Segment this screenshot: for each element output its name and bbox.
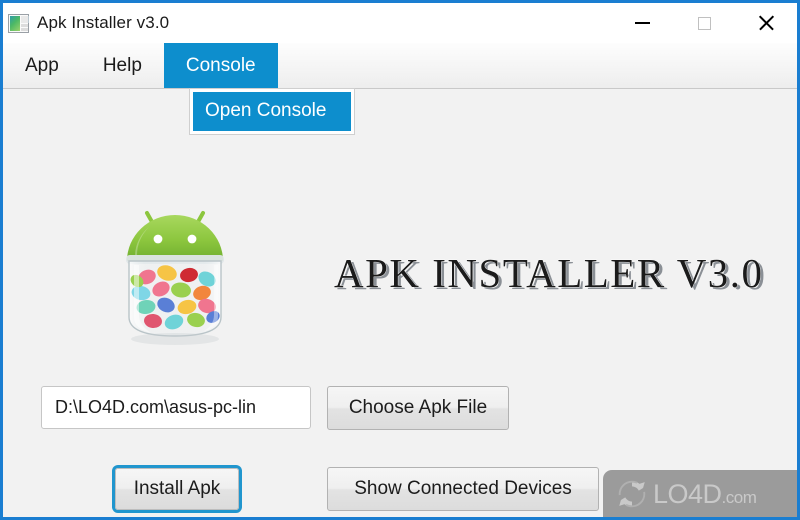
app-icon-gradient-panel (10, 15, 20, 31)
window-title: Apk Installer v3.0 (37, 13, 170, 32)
app-icon-panel-mid (21, 23, 28, 27)
choose-apk-file-button[interactable]: Choose Apk File (327, 386, 509, 430)
menu-bar: App Help Console (3, 43, 797, 89)
watermark-tld: .com (721, 487, 757, 507)
apk-path-input[interactable] (41, 386, 311, 429)
svg-text:APK INSTALLER V3.0: APK INSTALLER V3.0 (334, 250, 764, 296)
menu-item-open-console[interactable]: Open Console (193, 92, 351, 131)
app-window-icon (8, 13, 29, 33)
install-apk-button[interactable]: Install Apk (115, 468, 239, 510)
title-bar: Apk Installer v3.0 (3, 3, 797, 43)
menu-item-console[interactable]: Console (163, 43, 278, 88)
minimize-icon (634, 22, 650, 24)
app-icon-panel-bottom (21, 27, 28, 31)
menu-item-app[interactable]: App (3, 43, 81, 88)
show-connected-devices-button[interactable]: Show Connected Devices (327, 467, 599, 511)
window-controls (611, 3, 797, 43)
watermark-brand: LO4D (653, 478, 722, 509)
lo4d-watermark: LO4D.com (603, 470, 797, 517)
menu-item-help[interactable]: Help (81, 43, 164, 88)
refresh-arrows-icon (618, 480, 646, 508)
close-icon (758, 15, 774, 31)
application-window: Apk Installer v3.0 App Help Console Open… (0, 0, 800, 520)
app-icon-panel-top (21, 15, 29, 23)
maximize-button[interactable] (673, 3, 735, 43)
maximize-icon (697, 16, 711, 30)
android-jellybean-jar-logo (101, 189, 249, 354)
console-dropdown-menu: Open Console (189, 88, 355, 135)
close-button[interactable] (735, 3, 797, 43)
client-area: APK INSTALLER V3.0 APK INSTALLER V3.0 Ch… (3, 89, 797, 517)
watermark-label: LO4D.com (653, 478, 757, 509)
page-title: APK INSTALLER V3.0 APK INSTALLER V3.0 (333, 246, 793, 302)
minimize-button[interactable] (611, 3, 673, 43)
